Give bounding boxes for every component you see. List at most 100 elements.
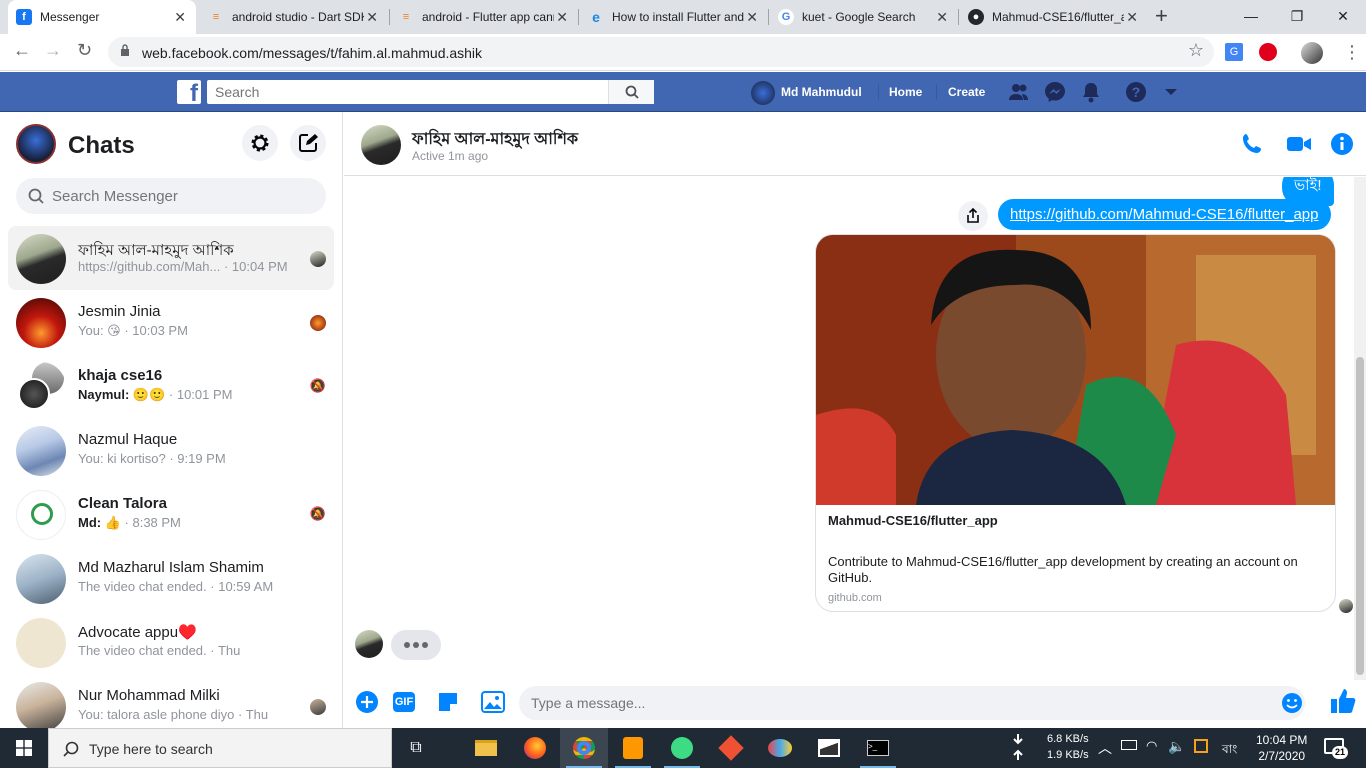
- gif-button[interactable]: GIF: [391, 689, 417, 715]
- battery-icon[interactable]: [1121, 740, 1137, 750]
- task-view-icon[interactable]: ⧉: [392, 728, 440, 768]
- video-call-icon[interactable]: [1286, 132, 1312, 156]
- start-button[interactable]: [0, 728, 48, 768]
- new-message-button[interactable]: [290, 125, 326, 161]
- contact-avatar[interactable]: [361, 125, 401, 165]
- sublime-text-icon[interactable]: [609, 728, 657, 768]
- show-hidden-icons-chevron-up-icon[interactable]: ︿: [1098, 738, 1112, 758]
- link-preview-card[interactable]: Mahmud-CSE16/flutter_app Contribute to M…: [815, 234, 1336, 612]
- conversation-item[interactable]: Clean Talora Md: 👍 · 8:38 PM 🔕: [8, 482, 334, 546]
- clock-date: 2/7/2020: [1258, 749, 1306, 763]
- conversation-item[interactable]: Nazmul Haque You: ki kortiso? · 9:19 PM: [8, 418, 334, 482]
- search-button[interactable]: [608, 80, 654, 104]
- reload-button[interactable]: ↻: [77, 40, 92, 61]
- ime-icon[interactable]: [1194, 739, 1208, 753]
- facebook-logo-icon[interactable]: f: [177, 80, 201, 104]
- conversation-item[interactable]: Md Mazharul Islam Shamim The video chat …: [8, 546, 334, 610]
- language-indicator[interactable]: বাং: [1222, 741, 1237, 761]
- user-avatar[interactable]: [751, 81, 775, 105]
- android-studio-icon[interactable]: [658, 728, 706, 768]
- create-link[interactable]: Create: [948, 85, 985, 99]
- windows-taskbar: Type here to search ⧉ >_ 6.8 KB/s 1.9 KB…: [0, 728, 1366, 768]
- lock-icon: [121, 44, 129, 56]
- back-button[interactable]: ←: [13, 40, 31, 61]
- search-messenger-input[interactable]: [52, 178, 312, 214]
- photos-icon[interactable]: [805, 728, 853, 768]
- like-thumbs-up-icon[interactable]: [1328, 686, 1358, 716]
- contact-avatar: [16, 618, 66, 668]
- new-tab-button[interactable]: +: [1155, 5, 1168, 27]
- maximize-button[interactable]: ❐: [1274, 0, 1320, 32]
- scrollbar-thumb[interactable]: [1356, 357, 1364, 675]
- my-avatar[interactable]: [16, 124, 56, 164]
- tab-kuet-google[interactable]: G kuet - Google Search ✕: [770, 0, 958, 34]
- minimize-button[interactable]: —: [1228, 0, 1274, 32]
- tab-flutter-app[interactable]: ≡ android - Flutter app cannot ✕: [390, 0, 578, 34]
- conversation-item[interactable]: Nur Mohammad Milki You: talora asle phon…: [8, 674, 334, 728]
- close-tab-icon[interactable]: ✕: [174, 9, 186, 26]
- conversation-item[interactable]: ফাহিম আল-মাহমুদ আশিক https://github.com/…: [8, 226, 334, 290]
- close-tab-icon[interactable]: ✕: [936, 9, 948, 26]
- emoji-icon[interactable]: [1281, 692, 1303, 714]
- paint-icon[interactable]: [756, 728, 804, 768]
- opera-extension-icon[interactable]: [1259, 43, 1277, 61]
- chrome-icon[interactable]: [560, 728, 608, 768]
- close-tab-icon[interactable]: ✕: [366, 9, 378, 26]
- conversation-item[interactable]: khaja cse16 Naymul: 🙂🙂 · 10:01 PM 🔕: [8, 354, 334, 418]
- forward-button[interactable]: →: [44, 40, 62, 61]
- friend-requests-icon[interactable]: [1008, 83, 1030, 101]
- volume-icon[interactable]: 🔈: [1168, 738, 1185, 755]
- address-bar[interactable]: web.facebook.com/messages/t/fahim.al.mah…: [108, 37, 1214, 67]
- link-preview-description: Contribute to Mahmud-CSE16/flutter_app d…: [828, 554, 1298, 585]
- profile-avatar[interactable]: [1301, 42, 1323, 64]
- close-tab-icon[interactable]: ✕: [556, 9, 568, 26]
- sticker-icon[interactable]: [435, 689, 461, 715]
- more-actions-plus-icon[interactable]: [354, 689, 380, 715]
- notifications-bell-icon[interactable]: [1081, 81, 1101, 103]
- message-input[interactable]: [531, 686, 1271, 720]
- close-window-button[interactable]: ✕: [1320, 0, 1366, 32]
- group-avatar: [16, 362, 66, 412]
- translate-icon[interactable]: G: [1225, 43, 1243, 61]
- message-scrollbar[interactable]: [1354, 177, 1366, 680]
- tab-messenger[interactable]: f Messenger ✕: [8, 0, 196, 34]
- close-tab-icon[interactable]: ✕: [746, 9, 758, 26]
- profile-link[interactable]: Md Mahmudul: [781, 85, 862, 99]
- contact-avatar: [16, 426, 66, 476]
- facebook-header: f Md Mahmudul Home Create ?: [0, 72, 1366, 112]
- typing-contact-avatar: [355, 630, 383, 658]
- audio-call-icon[interactable]: [1241, 132, 1265, 156]
- home-link[interactable]: Home: [889, 85, 922, 99]
- settings-button[interactable]: [242, 125, 278, 161]
- message-input-box: [519, 686, 1305, 720]
- taskbar-search[interactable]: Type here to search: [48, 728, 392, 768]
- menu-kebab-icon[interactable]: ⋮: [1343, 42, 1361, 63]
- conversation-item[interactable]: Advocate appu♥️ The video chat ended. · …: [8, 610, 334, 674]
- link-message-bubble[interactable]: https://github.com/Mahmud-CSE16/flutter_…: [998, 199, 1331, 230]
- clock[interactable]: 10:04 PM 2/7/2020: [1256, 732, 1307, 764]
- wifi-icon[interactable]: ◠: [1146, 738, 1157, 754]
- bookmark-star-icon[interactable]: ☆: [1188, 40, 1204, 61]
- messenger-icon[interactable]: [1044, 81, 1066, 103]
- tab-android-studio-dart[interactable]: ≡ android studio - Dart SDK ✕: [200, 0, 388, 34]
- search-messenger: [16, 178, 326, 214]
- terminal-icon[interactable]: >_: [854, 728, 902, 768]
- conversation-item[interactable]: Jesmin Jinia You: 😘 · 10:03 PM: [8, 290, 334, 354]
- browser-toolbar: ← → ↻ web.facebook.com/messages/t/fahim.…: [0, 34, 1366, 71]
- account-menu-chevron-down-icon[interactable]: [1164, 88, 1178, 96]
- firefox-icon[interactable]: [511, 728, 559, 768]
- photo-icon[interactable]: [480, 689, 506, 715]
- net-up-speed: 1.9 KB/s: [1047, 749, 1089, 761]
- close-tab-icon[interactable]: ✕: [1126, 9, 1138, 26]
- tab-github[interactable]: ● Mahmud-CSE16/flutter_app ✕: [960, 0, 1148, 34]
- svg-text:?: ?: [1132, 84, 1141, 100]
- facebook-search-input[interactable]: [207, 80, 607, 104]
- help-icon[interactable]: ?: [1125, 81, 1147, 103]
- share-button[interactable]: [958, 201, 988, 231]
- taskbar-search-placeholder: Type here to search: [89, 741, 213, 757]
- facebook-icon: f: [16, 9, 32, 25]
- conversation-info-icon[interactable]: [1330, 132, 1354, 156]
- file-explorer-icon[interactable]: [462, 728, 510, 768]
- tab-install-flutter[interactable]: e How to install Flutter and ✕: [580, 0, 768, 34]
- git-tool-icon[interactable]: [707, 728, 755, 768]
